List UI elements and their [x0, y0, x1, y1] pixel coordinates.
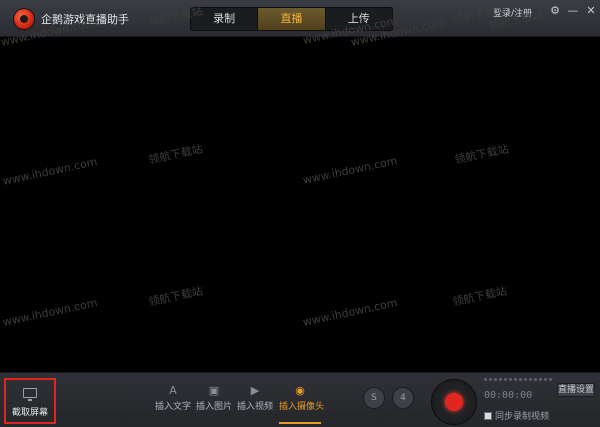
app-logo-icon	[14, 9, 34, 29]
insert-image-label: 插入图片	[195, 402, 232, 412]
insert-camera-label: 插入摄像头	[279, 402, 325, 412]
watermark-text: 领航下载站	[453, 142, 510, 167]
capture-screen-button[interactable]: 截取屏幕	[4, 378, 56, 424]
tab-live[interactable]: 直播	[257, 8, 325, 30]
scene-button-s[interactable]: S	[363, 387, 385, 409]
gear-icon[interactable]: ⚙	[548, 4, 562, 18]
insert-image-button[interactable]: ▣ 插入图片	[195, 383, 233, 412]
watermark-text: 领航下载站	[451, 284, 508, 309]
watermark-text: www.ihdown.com	[1, 296, 99, 329]
sync-record-checkbox[interactable]	[484, 411, 492, 420]
record-button[interactable]	[431, 379, 477, 425]
insert-text-label: 插入文字	[154, 402, 191, 412]
record-dot-icon	[445, 393, 463, 411]
watermark-text: 领航下载站	[147, 142, 204, 167]
live-settings-button[interactable]: 直播设置	[557, 383, 595, 397]
sync-record-label: 同步录制视频	[495, 412, 550, 422]
monitor-icon	[23, 388, 37, 401]
image-icon: ▣	[208, 384, 220, 397]
active-tool-indicator	[279, 422, 321, 424]
live-timer: 00:00:00	[484, 390, 533, 401]
watermark-text: 领航下载站	[147, 284, 204, 309]
watermark-text: www.ihdown.com	[1, 155, 99, 188]
watermark-text: www.ihdown.com	[301, 154, 399, 187]
text-icon: A	[169, 384, 177, 397]
camera-icon: ◉	[295, 384, 305, 397]
scene-button-4[interactable]: 4	[392, 387, 414, 409]
app-window: 企鹅游戏直播助手 录制 直播 上传 登录/注册 ⚙ — ✕ 领航下载站 www.…	[0, 0, 600, 427]
video-icon: ▶	[250, 384, 260, 397]
sync-record-option[interactable]: 同步录制视频	[484, 409, 549, 422]
bottom-toolbar: 截取屏幕 A 插入文字 ▣ 插入图片 ▶ 插入视频 ◉ 插入摄像头 S 4 00…	[0, 372, 600, 427]
watermark-text: www.ihdown.com	[301, 296, 399, 329]
insert-video-button[interactable]: ▶ 插入视频	[236, 383, 274, 412]
audio-level-meter	[484, 378, 554, 382]
close-icon[interactable]: ✕	[584, 4, 598, 18]
minimize-icon[interactable]: —	[566, 4, 580, 18]
insert-camera-button[interactable]: ◉ 插入摄像头	[279, 383, 325, 412]
capture-screen-label: 截取屏幕	[11, 408, 48, 418]
insert-video-label: 插入视频	[236, 402, 273, 412]
insert-text-button[interactable]: A 插入文字	[154, 383, 192, 412]
live-preview-area: 领航下载站 www.ihdown.com 领航下载站 www.ihdown.co…	[0, 2, 600, 372]
